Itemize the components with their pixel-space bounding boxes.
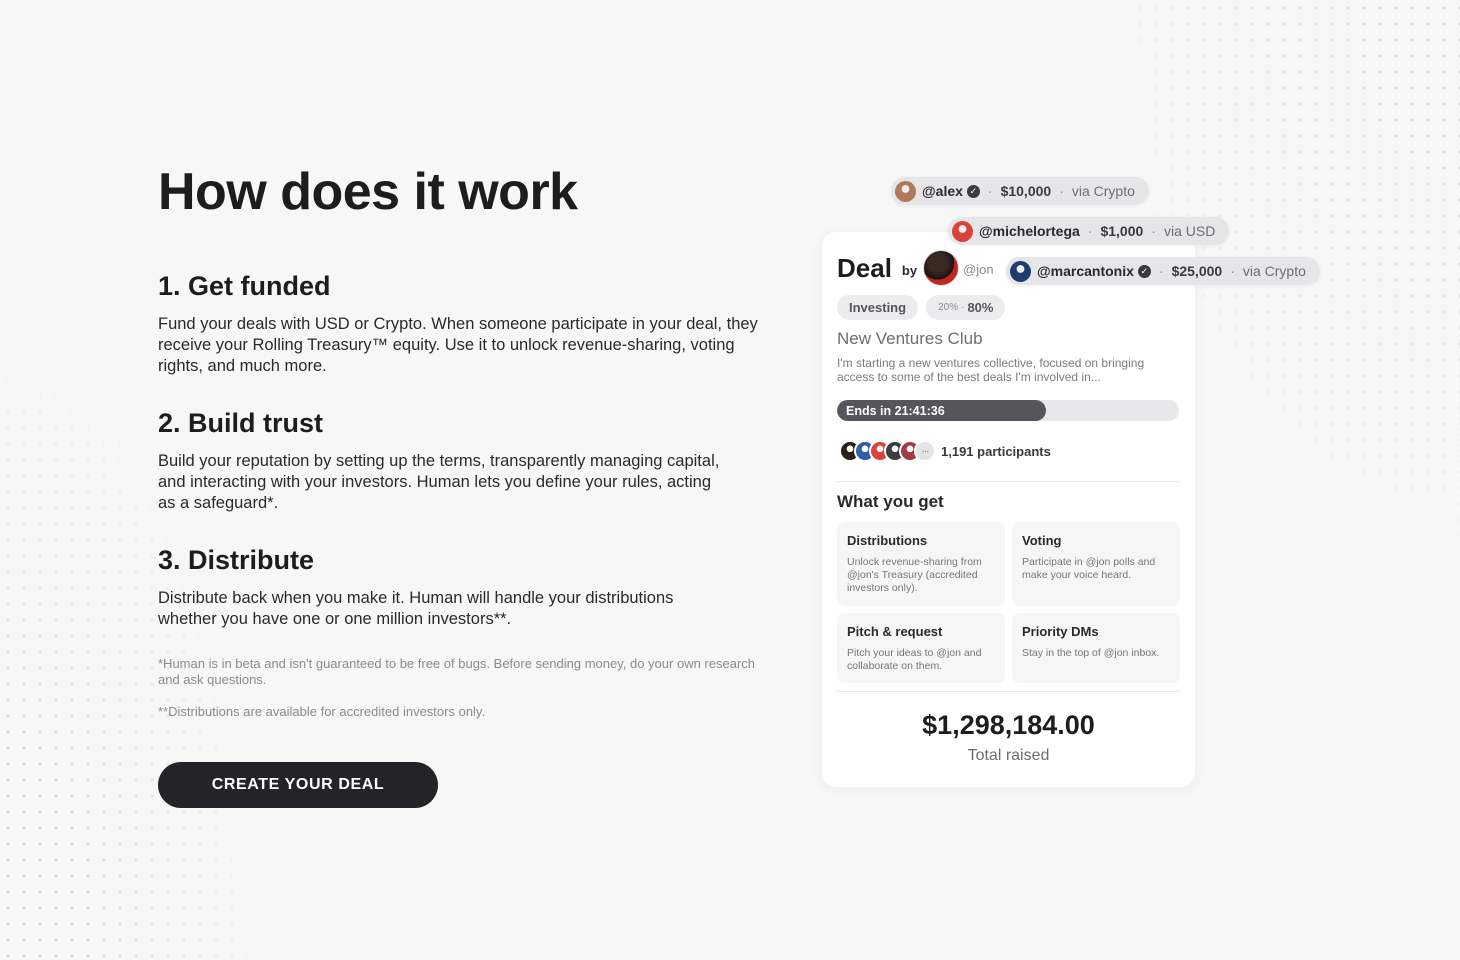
separator-dot: ·: [1059, 183, 1064, 199]
contributor-handle[interactable]: @michelortega: [979, 223, 1080, 239]
deal-tags: Investing 20% · 80%: [837, 295, 1006, 320]
step-get-funded: 1. Get funded Fund your deals with USD o…: [158, 270, 778, 377]
contributor-avatar: [1010, 260, 1031, 282]
separator-dot: ·: [1158, 263, 1164, 279]
footnote-beta: *Human is in beta and isn't guaranteed t…: [158, 656, 755, 687]
step-distribute: 3. Distribute Distribute back when you m…: [158, 544, 778, 630]
total-raised: $1,298,184.00 Total raised: [822, 710, 1195, 765]
benefit-title: Pitch & request: [847, 624, 943, 639]
benefit-priority-dms: Priority DMs Stay in the top of @jon inb…: [1012, 613, 1180, 683]
deal-timer: Ends in 21:41:36: [846, 403, 945, 418]
divider: [837, 481, 1180, 482]
benefit-distributions: Distributions Unlock revenue-sharing fro…: [837, 522, 1005, 606]
create-deal-button[interactable]: CREATE YOUR DEAL: [158, 762, 438, 808]
section-title: How does it work: [158, 163, 578, 221]
deal-progress-bar: Ends in 21:41:36: [837, 400, 1179, 421]
contributor-handle[interactable]: @alex: [922, 183, 963, 199]
club-name: New Ventures Club: [837, 329, 983, 348]
creator-avatar[interactable]: [923, 250, 960, 286]
benefit-title: Distributions: [847, 533, 928, 548]
contribution-method: via Crypto: [1242, 263, 1306, 279]
split-separator: ·: [961, 302, 965, 313]
how-it-works-section: How does it work 1. Get funded Fund your…: [158, 160, 778, 808]
split-main-value: 80%: [967, 300, 994, 315]
contribution-amount: $10,000: [1000, 183, 1052, 199]
benefit-text: Participate in @jon polls and make your …: [1022, 556, 1156, 581]
footnotes: *Human is in beta and isn't guaranteed t…: [158, 656, 778, 720]
divider: [837, 691, 1180, 692]
category-tag: Investing: [837, 295, 919, 320]
contribution-pill: @marcantonix ✓ · $25,000 · via Crypto: [1006, 257, 1320, 285]
step-description: Distribute back when you make it. Human …: [158, 589, 674, 628]
step-description: Build your reputation by setting up the …: [158, 452, 720, 512]
club-description: I'm starting a new ventures collective, …: [837, 356, 1145, 384]
contributor-avatar: [952, 220, 973, 242]
verified-badge-icon: ✓: [966, 184, 980, 198]
deal-progress-fill: Ends in 21:41:36: [837, 400, 1046, 421]
benefit-text: Stay in the top of @jon inbox.: [1022, 647, 1160, 659]
contribution-method: via USD: [1163, 223, 1216, 239]
contribution-pill: @alex ✓ · $10,000 · via Crypto: [891, 177, 1149, 205]
separator-dot: ·: [987, 183, 993, 199]
participants-row[interactable]: ··· 1,191 participants: [839, 440, 1051, 462]
deal-card[interactable]: Deal by @jon Investing 20% · 80% New Ven…: [822, 232, 1195, 787]
more-participants-icon[interactable]: ···: [914, 440, 936, 462]
benefit-text: Pitch your ideas to @jon and collaborate…: [847, 647, 982, 672]
step-title: 3. Distribute: [158, 545, 315, 575]
contribution-amount: $1,000: [1100, 223, 1144, 239]
separator-dot: ·: [1151, 223, 1156, 239]
participants-count: 1,191 participants: [941, 443, 1051, 459]
step-title: 2. Build trust: [158, 408, 324, 438]
separator-dot: ·: [1230, 263, 1235, 279]
verified-badge-icon: ✓: [1137, 264, 1151, 278]
step-title: 1. Get funded: [158, 271, 331, 301]
deal-by-label: by: [901, 262, 918, 278]
step-description: Fund your deals with USD or Crypto. When…: [158, 315, 758, 375]
what-you-get-title: What you get: [837, 492, 944, 511]
contributor-avatar: [895, 180, 916, 202]
benefits-grid: Distributions Unlock revenue-sharing fro…: [837, 522, 1180, 683]
benefit-text: Unlock revenue-sharing from @jon's Treas…: [847, 556, 982, 594]
separator-dot: ·: [1087, 223, 1093, 239]
contribution-pill: @michelortega · $1,000 · via USD: [948, 217, 1230, 245]
benefit-title: Priority DMs: [1022, 624, 1099, 639]
step-build-trust: 2. Build trust Build your reputation by …: [158, 407, 778, 514]
contribution-method: via Crypto: [1071, 183, 1135, 199]
contribution-amount: $25,000: [1171, 263, 1223, 279]
contributor-handle[interactable]: @marcantonix: [1037, 263, 1134, 279]
creator-handle[interactable]: @jon: [963, 262, 994, 277]
benefit-voting: Voting Participate in @jon polls and mak…: [1012, 522, 1180, 606]
split-small-value: 20%: [938, 302, 959, 313]
deal-title: Deal: [837, 252, 892, 283]
total-label: Total raised: [967, 747, 1050, 764]
split-tag: 20% · 80%: [926, 295, 1006, 320]
benefit-title: Voting: [1022, 533, 1062, 548]
footnote-distributions: **Distributions are available for accred…: [158, 704, 486, 719]
deal-header: Deal by @jon: [837, 250, 994, 286]
total-amount: $1,298,184.00: [922, 710, 1095, 740]
benefit-pitch-request: Pitch & request Pitch your ideas to @jon…: [837, 613, 1005, 683]
